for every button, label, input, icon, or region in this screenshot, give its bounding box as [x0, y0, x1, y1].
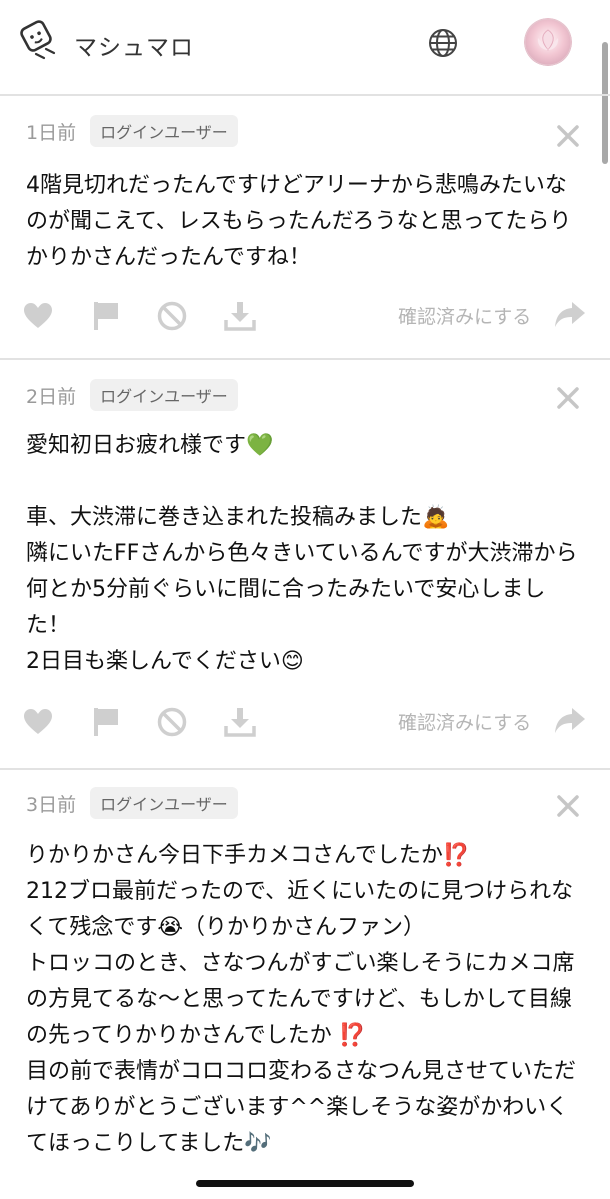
close-icon[interactable] [556, 124, 580, 148]
heart-icon[interactable] [22, 300, 54, 332]
marshmallow-logo-icon[interactable] [16, 18, 58, 60]
message-meta: 1日前 ログインユーザー [26, 115, 238, 147]
message-text: 4階見切れだったんですけどアリーナから悲鳴みたいなのが聞こえて、レスもらったんだ… [26, 173, 572, 270]
close-icon[interactable] [556, 794, 580, 818]
message-time: 2日前 [26, 385, 77, 408]
message-card: 3日前 ログインユーザー りかりかさん今日下手カメコさんでしたか⁉️ 212ブロ… [0, 770, 610, 1190]
block-icon[interactable] [156, 300, 188, 332]
message-actions: 確認済みにする [0, 702, 610, 742]
login-user-badge: ログインユーザー [90, 379, 238, 411]
heart-icon[interactable] [22, 706, 54, 738]
message-meta: 2日前 ログインユーザー [26, 379, 238, 411]
message-card: 1日前 ログインユーザー 4階見切れだったんですけどアリーナから悲鳴みたいなのが… [0, 96, 610, 358]
confirm-button[interactable]: 確認済みにする [398, 302, 531, 329]
confirm-button[interactable]: 確認済みにする [398, 708, 531, 735]
message-time: 3日前 [26, 793, 77, 816]
message-meta: 3日前 ログインユーザー [26, 787, 238, 819]
app-header: マシュマロ [0, 0, 610, 88]
avatar[interactable] [524, 18, 572, 66]
block-icon[interactable] [156, 706, 188, 738]
message-actions: 確認済みにする [0, 296, 610, 336]
message-text: りかりかさん今日下手カメコさんでしたか⁉️ 212ブロ最前だったので、近くにいた… [26, 843, 577, 1156]
download-icon[interactable] [224, 300, 256, 332]
globe-icon[interactable] [428, 28, 458, 58]
message-card: 2日前 ログインユーザー 愛知初日お疲れ様です💚 車、大渋滞に巻き込まれた投稿み… [0, 360, 610, 768]
share-icon[interactable] [554, 706, 586, 736]
message-time: 1日前 [26, 121, 77, 144]
download-icon[interactable] [224, 706, 256, 738]
login-user-badge: ログインユーザー [90, 115, 238, 147]
close-icon[interactable] [556, 386, 580, 410]
home-indicator[interactable] [196, 1180, 414, 1187]
flag-icon[interactable] [90, 300, 122, 332]
login-user-badge: ログインユーザー [90, 787, 238, 819]
app-title[interactable]: マシュマロ [74, 28, 194, 62]
message-text: 愛知初日お疲れ様です💚 車、大渋滞に巻き込まれた投稿みました🙇 隣にいたFFさん… [26, 433, 578, 674]
flag-icon[interactable] [90, 706, 122, 738]
share-icon[interactable] [554, 300, 586, 330]
